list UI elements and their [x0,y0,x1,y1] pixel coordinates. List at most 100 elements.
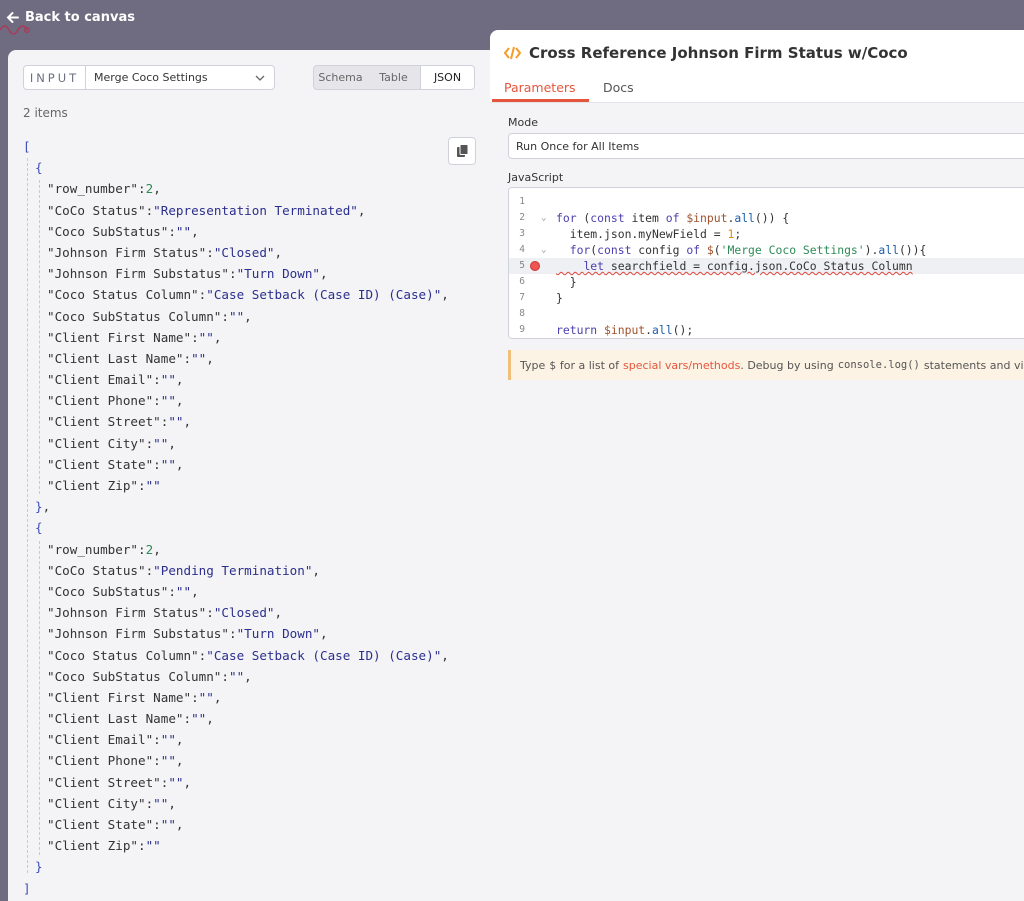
json-object-close: } [35,859,43,875]
code-line: 2 ⌄ for (const item of $input.all()) { [509,210,1024,226]
line-number: 3 [519,228,525,239]
json-field: "Client Last Name":"", [47,350,214,366]
input-label: INPUT [24,66,86,89]
json-field: "Johnson Firm Substatus":"Turn Down", [47,266,328,282]
node-header: Cross Reference Johnson Firm Status w/Co… [504,44,908,62]
special-vars-link[interactable]: special vars/methods [623,359,740,372]
code-text: } [556,275,577,289]
json-field: "Client Email":"", [47,732,184,748]
input-node-selector[interactable]: INPUT Merge Coco Settings [23,65,275,90]
hint-text-3: . Debug by using [740,358,834,372]
json-field: "Client Street":"", [47,774,192,790]
hint-dollar: $ [549,358,556,372]
line-number: 7 [519,292,525,303]
chevron-down-icon [255,75,265,81]
json-field: "Client Zip":"" [47,838,161,854]
copy-icon [456,144,468,157]
code-text: for (const item of $input.all()) { [556,211,790,225]
mode-label: Mode [508,116,538,129]
fold-icon[interactable]: ⌄ [541,242,546,258]
code-line: 4 ⌄ for(const config of $('Merge Coco Set… [509,242,1024,258]
json-array-open: [ [23,139,31,154]
json-field: "Coco Status Column":"Case Setback (Case… [47,647,449,663]
indent-guide [39,540,40,855]
tab-parameters[interactable]: Parameters [504,80,576,95]
hint-code: console.log() [837,359,920,371]
view-mode-toggle: Schema Table JSON [313,65,475,90]
hint-banner: Type $ for a list of special vars/method… [508,350,1024,380]
node-title: Cross Reference Johnson Firm Status w/Co… [529,44,908,62]
json-output: [{"row_number":2, "CoCo Status":"Represen… [23,136,449,899]
line-number: 2 [519,212,525,223]
active-tab-indicator [492,99,589,102]
json-field: "Client Last Name":"", [47,711,214,727]
json-field: "Johnson Firm Status":"Closed", [47,605,283,621]
json-field: "Coco SubStatus Column":"", [47,308,252,324]
json-field: "Johnson Firm Status":"Closed", [47,244,283,260]
json-field: "Client State":"", [47,817,184,832]
hint-text-2: for a list of [559,358,620,372]
error-marker-icon[interactable] [530,261,540,271]
json-object-open: { [35,160,43,176]
parameters-body: Mode Run Once for All Items JavaScript 1… [490,103,1024,901]
view-mode-table[interactable]: Table [367,66,420,89]
hint-text-1: Type [520,358,546,372]
input-node-select-value: Merge Coco Settings [94,71,208,84]
indent-guide [39,180,40,495]
json-field: "Client State":"", [47,456,184,472]
json-field: "Client Email":"", [47,372,184,388]
json-field: "Client City":"", [47,795,176,811]
node-panel: Cross Reference Johnson Firm Status w/Co… [490,30,1024,901]
json-field: "Coco Status Column":"Case Setback (Case… [47,287,449,303]
json-field: "Client First Name":"", [47,329,222,345]
json-array-close: ] [23,880,31,896]
code-text: let searchfield = config.json.CoCo Statu… [583,259,913,273]
json-field: "Client Phone":"", [47,753,184,769]
view-mode-json[interactable]: JSON [420,66,474,89]
back-to-canvas-label: Back to canvas [25,10,135,25]
items-count: 2 items [23,106,68,120]
copy-json-button[interactable] [448,137,476,165]
javascript-label: JavaScript [508,171,564,184]
code-text: item.json.myNewField = 1; [556,227,742,241]
json-field: "Client First Name":"", [47,689,222,705]
arrow-left-icon [6,12,19,23]
view-mode-schema[interactable]: Schema [314,66,367,89]
json-field: "CoCo Status":"Representation Terminated… [47,202,366,218]
tab-docs[interactable]: Docs [603,80,634,95]
code-line: 3 item.json.myNewField = 1; [509,226,1024,242]
code-line: 1 [509,194,1024,210]
line-number: 4 [519,244,525,255]
indent-guide [27,158,28,873]
json-object-open: { [35,520,43,536]
line-number: 1 [519,196,525,207]
code-line: 8 [509,306,1024,322]
back-to-canvas-button[interactable]: Back to canvas [6,10,135,25]
json-object-close: }, [35,499,51,515]
fold-icon[interactable]: ⌄ [541,210,546,226]
json-field: "CoCo Status":"Pending Termination", [47,562,320,578]
json-field: "Coco SubStatus":"", [47,583,199,599]
code-text: for(const config of $('Merge Coco Settin… [569,243,927,257]
json-field: "Coco SubStatus":"", [47,223,199,239]
code-icon [504,46,521,60]
line-number: 5 [519,260,525,271]
json-field: "Client Street":"", [47,414,192,430]
code-line: 7} [509,290,1024,306]
code-editor[interactable]: 1 2 ⌄ for (const item of $input.all()) {3 i… [508,187,1024,339]
json-field: "Coco SubStatus Column":"", [47,668,252,684]
hint-text-4: statements and viewing th [923,358,1024,372]
line-number: 9 [519,324,525,335]
line-number: 8 [519,308,525,319]
code-text: } [556,291,563,305]
json-field: "Johnson Firm Substatus":"Turn Down", [47,626,328,642]
json-field: "Client Zip":"" [47,478,161,493]
line-number: 6 [519,276,525,287]
json-field: "Client Phone":"", [47,393,184,409]
code-line: 5 let searchfield = config.json.CoCo Sta… [509,258,1024,274]
json-field: "row_number":2, [47,541,161,557]
code-line: 9 return $input.all(); [509,322,1024,338]
code-line: 6 } [509,274,1024,290]
mode-select[interactable]: Run Once for All Items [508,133,1024,159]
code-text: return $input.all(); [556,323,694,337]
